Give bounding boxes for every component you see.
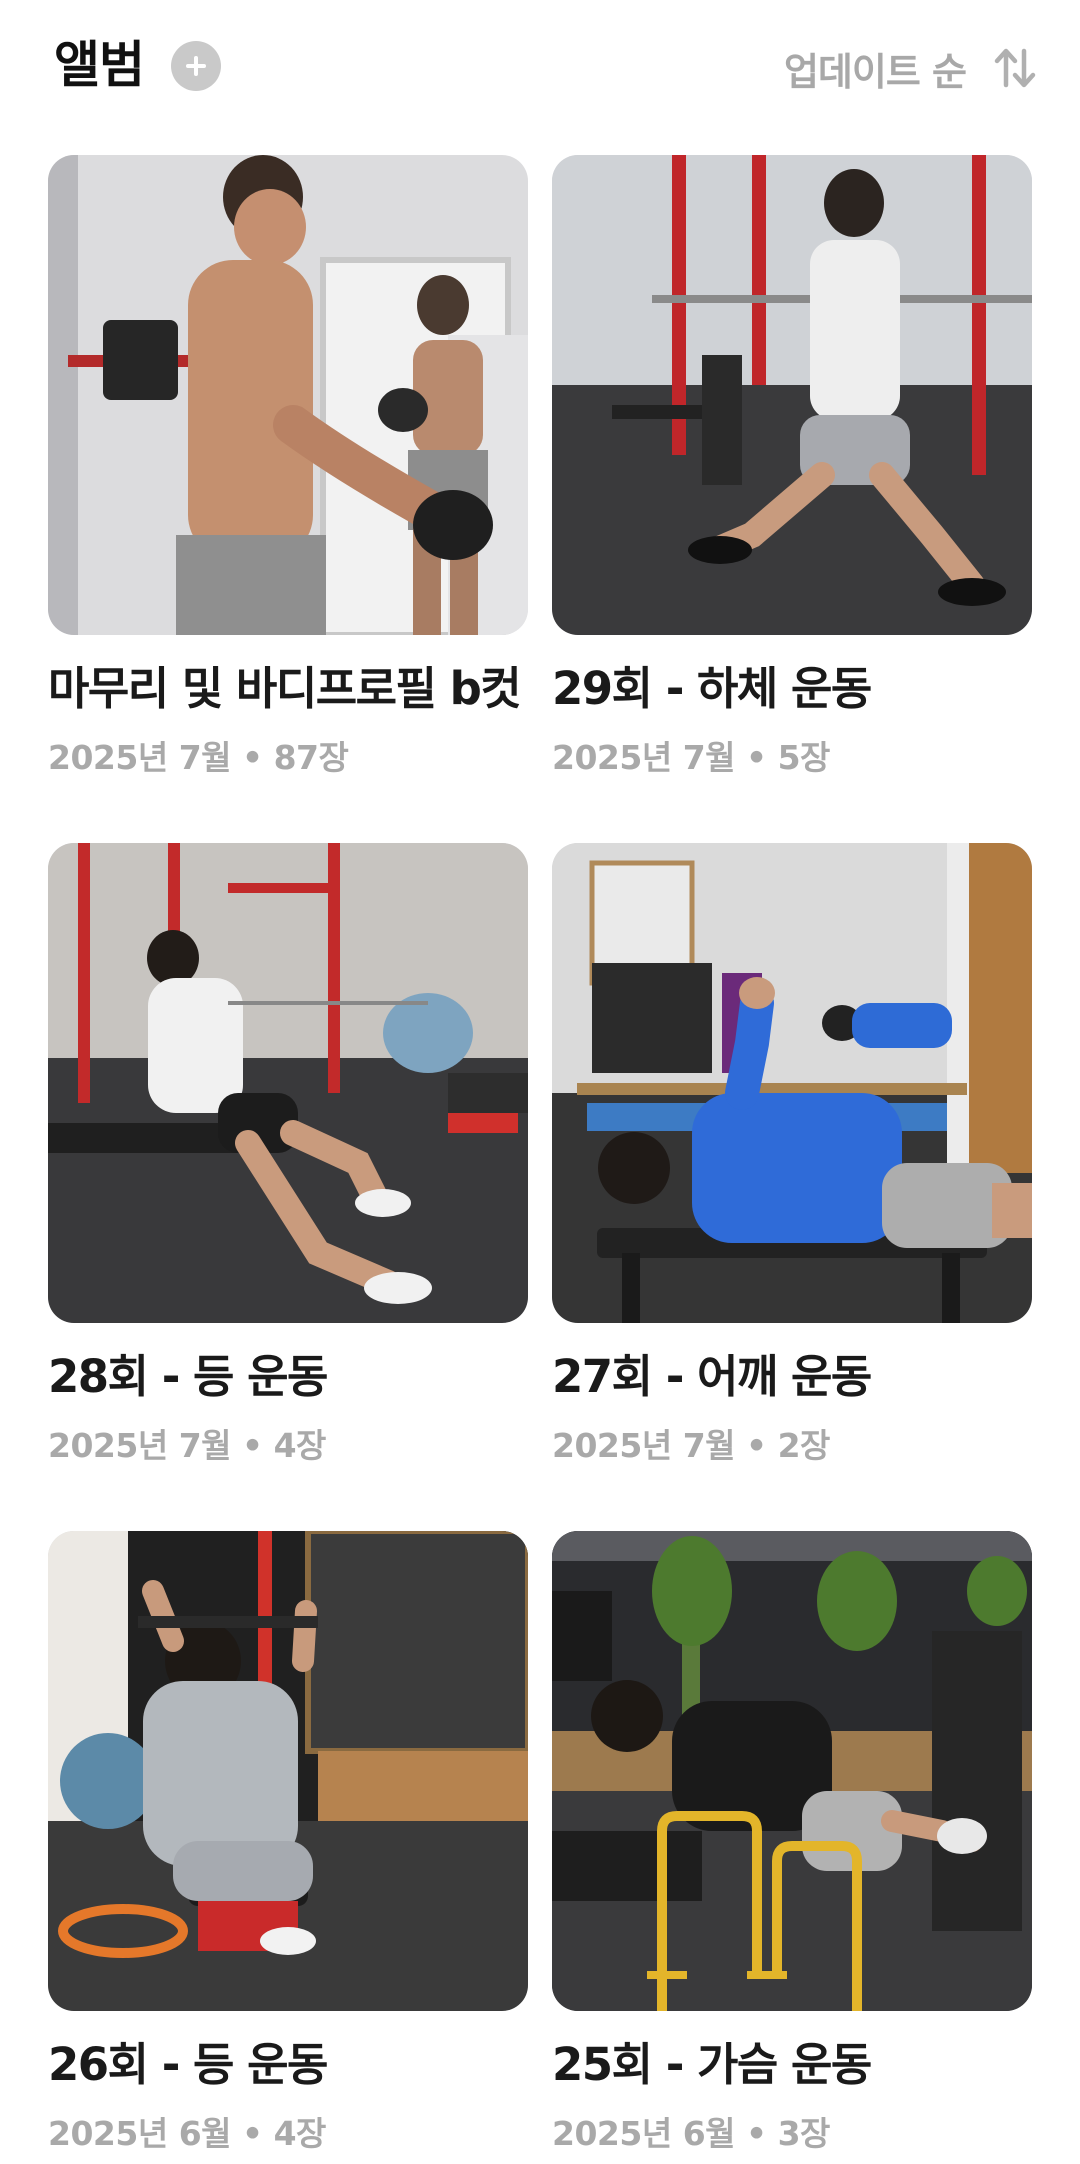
album-meta: 2025년 7월 • 5장 — [552, 738, 830, 777]
sort-label[interactable]: 업데이트 순 — [784, 41, 967, 96]
sort-control[interactable]: 업데이트 순 — [784, 38, 1038, 98]
album-meta: 2025년 7월 • 87장 — [48, 738, 349, 777]
album-card[interactable]: 29회 - 하체 운동 2025년 7월 • 5장 — [552, 155, 1032, 788]
album-meta: 2025년 6월 • 3장 — [552, 2114, 830, 2153]
album-card[interactable]: 27회 - 어깨 운동 2025년 7월 • 2장 — [552, 843, 1032, 1476]
album-thumbnail[interactable] — [552, 1531, 1032, 2011]
album-title[interactable]: 25회 - 가슴 운동 — [552, 2035, 1072, 2095]
album-thumbnail[interactable] — [48, 1531, 528, 2011]
album-card[interactable]: 28회 - 등 운동 2025년 7월 • 4장 — [48, 843, 528, 1476]
album-photo — [48, 1531, 528, 2011]
album-title[interactable]: 26회 - 등 운동 — [48, 2035, 568, 2095]
album-photo — [552, 155, 1032, 635]
album-title[interactable]: 27회 - 어깨 운동 — [552, 1347, 1072, 1407]
sort-arrows-icon[interactable] — [992, 45, 1038, 91]
album-title[interactable]: 마무리 및 바디프로필 b컷 — [48, 659, 568, 719]
album-grid: 마무리 및 바디프로필 b컷 2025년 7월 • 87장 29회 - 하체 운… — [48, 155, 1032, 2164]
album-header: 앨범 업데이트 순 — [0, 0, 1080, 140]
album-thumbnail[interactable] — [48, 843, 528, 1323]
album-title[interactable]: 29회 - 하체 운동 — [552, 659, 1072, 719]
album-thumbnail[interactable] — [552, 155, 1032, 635]
album-meta: 2025년 7월 • 2장 — [552, 1426, 830, 1465]
album-title[interactable]: 28회 - 등 운동 — [48, 1347, 568, 1407]
album-card[interactable]: 마무리 및 바디프로필 b컷 2025년 7월 • 87장 — [48, 155, 528, 788]
album-photo — [552, 1531, 1032, 2011]
album-photo — [552, 843, 1032, 1323]
page-title: 앨범 — [54, 36, 145, 94]
album-thumbnail[interactable] — [48, 155, 528, 635]
album-meta: 2025년 7월 • 4장 — [48, 1426, 326, 1465]
album-card[interactable]: 26회 - 등 운동 2025년 6월 • 4장 — [48, 1531, 528, 2164]
album-photo — [48, 843, 528, 1323]
album-photo — [48, 155, 528, 635]
album-card[interactable]: 25회 - 가슴 운동 2025년 6월 • 3장 — [552, 1531, 1032, 2164]
album-meta: 2025년 6월 • 4장 — [48, 2114, 326, 2153]
add-album-button[interactable] — [171, 41, 221, 91]
album-thumbnail[interactable] — [552, 843, 1032, 1323]
plus-icon — [186, 56, 206, 76]
